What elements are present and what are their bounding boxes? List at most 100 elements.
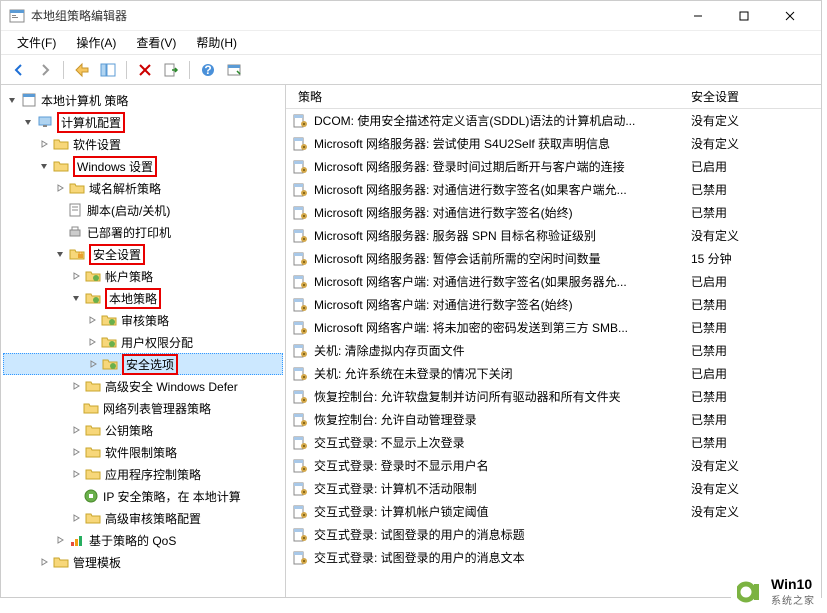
- tree-pane[interactable]: 本地计算机 策略 计算机配置: [1, 85, 286, 597]
- policy-value: 已启用: [691, 365, 821, 382]
- tree-item-account-policy[interactable]: 帐户策略: [3, 265, 283, 287]
- export-button[interactable]: [159, 58, 183, 82]
- chevron-right-icon[interactable]: [69, 467, 83, 481]
- list-row[interactable]: 交互式登录: 计算机帐户锁定阈值没有定义: [286, 500, 821, 523]
- tree-item-audit-policy[interactable]: 审核策略: [3, 309, 283, 331]
- list-row[interactable]: 交互式登录: 试图登录的用户的消息文本: [286, 546, 821, 569]
- chevron-right-icon[interactable]: [69, 379, 83, 393]
- tree-item-network-list[interactable]: 网络列表管理器策略: [3, 397, 283, 419]
- chevron-right-icon[interactable]: [85, 335, 99, 349]
- menu-view[interactable]: 查看(V): [126, 31, 186, 54]
- chevron-right-icon[interactable]: [86, 357, 100, 371]
- list-row[interactable]: Microsoft 网络客户端: 将未加密的密码发送到第三方 SMB...已禁用: [286, 316, 821, 339]
- tree-item-windows-settings[interactable]: Windows 设置: [3, 155, 283, 177]
- chevron-right-icon[interactable]: [69, 445, 83, 459]
- tree-item-security-settings[interactable]: 安全设置: [3, 243, 283, 265]
- list-row[interactable]: Microsoft 网络服务器: 暂停会话前所需的空闲时间数量15 分钟: [286, 247, 821, 270]
- list-row[interactable]: 恢复控制台: 允许自动管理登录已禁用: [286, 408, 821, 431]
- tree-item-computer-config[interactable]: 计算机配置: [3, 111, 283, 133]
- tree-item-app-control[interactable]: 应用程序控制策略: [3, 463, 283, 485]
- list-row[interactable]: Microsoft 网络服务器: 服务器 SPN 目标名称验证级别没有定义: [286, 224, 821, 247]
- tree-item-dns-policy[interactable]: 域名解析策略: [3, 177, 283, 199]
- chevron-right-icon[interactable]: [37, 555, 51, 569]
- chevron-right-icon[interactable]: [69, 423, 83, 437]
- column-header-policy[interactable]: 策略: [292, 88, 691, 105]
- back-button[interactable]: [7, 58, 31, 82]
- policy-name: Microsoft 网络客户端: 对通信进行数字签名(始终): [314, 296, 691, 313]
- up-button[interactable]: [70, 58, 94, 82]
- minimize-button[interactable]: [675, 2, 721, 30]
- tree-item-deployed-printers[interactable]: 已部署的打印机: [3, 221, 283, 243]
- tree-item-security-options[interactable]: 安全选项: [3, 353, 283, 375]
- forward-button[interactable]: [33, 58, 57, 82]
- chevron-right-icon[interactable]: [85, 313, 99, 327]
- chevron-down-icon[interactable]: [53, 247, 67, 261]
- tree-item-advanced-audit[interactable]: 高级审核策略配置: [3, 507, 283, 529]
- chevron-right-icon[interactable]: [53, 533, 67, 547]
- tree-item-user-rights[interactable]: 用户权限分配: [3, 331, 283, 353]
- tree-item-local-policy[interactable]: 本地策略: [3, 287, 283, 309]
- list-row[interactable]: 交互式登录: 不显示上次登录已禁用: [286, 431, 821, 454]
- tree-item-ip-policy[interactable]: IP 安全策略，在 本地计算: [3, 485, 283, 507]
- list-row[interactable]: Microsoft 网络服务器: 登录时间过期后断开与客户端的连接已启用: [286, 155, 821, 178]
- chevron-down-icon[interactable]: [21, 115, 35, 129]
- tree-label: 网络列表管理器策略: [103, 400, 211, 417]
- list-row[interactable]: 关机: 允许系统在未登录的情况下关闭已启用: [286, 362, 821, 385]
- list-row[interactable]: 关机: 清除虚拟内存页面文件已禁用: [286, 339, 821, 362]
- menu-file[interactable]: 文件(F): [7, 31, 66, 54]
- list-row[interactable]: 交互式登录: 计算机不活动限制没有定义: [286, 477, 821, 500]
- policy-item-icon: [292, 366, 308, 382]
- tree-item-public-key[interactable]: 公钥策略: [3, 419, 283, 441]
- tree-item-qos[interactable]: 基于策略的 QoS: [3, 529, 283, 551]
- chevron-down-icon[interactable]: [69, 291, 83, 305]
- list-row[interactable]: Microsoft 网络服务器: 对通信进行数字签名(始终)已禁用: [286, 201, 821, 224]
- tree-root[interactable]: 本地计算机 策略: [3, 89, 283, 111]
- tree-item-admin-templates[interactable]: 管理模板: [3, 551, 283, 573]
- policy-name: 交互式登录: 登录时不显示用户名: [314, 457, 691, 474]
- tree-label: 已部署的打印机: [87, 224, 171, 241]
- list-row[interactable]: Microsoft 网络服务器: 尝试使用 S4U2Self 获取声明信息没有定…: [286, 132, 821, 155]
- show-hide-tree-button[interactable]: [96, 58, 120, 82]
- list-body[interactable]: DCOM: 使用安全描述符定义语言(SDDL)语法的计算机启动...没有定义Mi…: [286, 109, 821, 597]
- tree-label: 脚本(启动/关机): [87, 202, 170, 219]
- list-row[interactable]: Microsoft 网络客户端: 对通信进行数字签名(如果服务器允...已启用: [286, 270, 821, 293]
- policy-value: 已禁用: [691, 434, 821, 451]
- computer-icon: [37, 114, 53, 130]
- tree-label: 基于策略的 QoS: [89, 532, 176, 549]
- list-row[interactable]: 交互式登录: 试图登录的用户的消息标题: [286, 523, 821, 546]
- chevron-right-icon[interactable]: [69, 269, 83, 283]
- tree-item-software-settings[interactable]: 软件设置: [3, 133, 283, 155]
- menubar: 文件(F) 操作(A) 查看(V) 帮助(H): [1, 31, 821, 55]
- policy-value: 已禁用: [691, 342, 821, 359]
- tree-item-scripts[interactable]: 脚本(启动/关机): [3, 199, 283, 221]
- policy-item-icon: [292, 550, 308, 566]
- chevron-right-icon[interactable]: [69, 511, 83, 525]
- policy-item-icon: [292, 389, 308, 405]
- policy-folder-icon: [101, 312, 117, 328]
- close-button[interactable]: [767, 2, 813, 30]
- list-row[interactable]: Microsoft 网络服务器: 对通信进行数字签名(如果客户端允...已禁用: [286, 178, 821, 201]
- chevron-down-icon[interactable]: [37, 159, 51, 173]
- column-header-setting[interactable]: 安全设置: [691, 88, 821, 105]
- policy-value: 已启用: [691, 273, 821, 290]
- policy-value: 已启用: [691, 158, 821, 175]
- filter-button[interactable]: [222, 58, 246, 82]
- titlebar: 本地组策略编辑器: [1, 1, 821, 31]
- delete-button[interactable]: [133, 58, 157, 82]
- chevron-right-icon[interactable]: [37, 137, 51, 151]
- menu-help[interactable]: 帮助(H): [186, 31, 247, 54]
- tree-item-software-restriction[interactable]: 软件限制策略: [3, 441, 283, 463]
- maximize-button[interactable]: [721, 2, 767, 30]
- tree-item-advanced-defender[interactable]: 高级安全 Windows Defer: [3, 375, 283, 397]
- menu-action[interactable]: 操作(A): [66, 31, 126, 54]
- chevron-right-icon[interactable]: [53, 181, 67, 195]
- list-row[interactable]: Microsoft 网络客户端: 对通信进行数字签名(始终)已禁用: [286, 293, 821, 316]
- list-row[interactable]: 恢复控制台: 允许软盘复制并访问所有驱动器和所有文件夹已禁用: [286, 385, 821, 408]
- list-row[interactable]: 交互式登录: 登录时不显示用户名没有定义: [286, 454, 821, 477]
- help-button[interactable]: ?: [196, 58, 220, 82]
- list-row[interactable]: DCOM: 使用安全描述符定义语言(SDDL)语法的计算机启动...没有定义: [286, 109, 821, 132]
- chevron-down-icon[interactable]: [5, 93, 19, 107]
- tree-label: 管理模板: [73, 554, 121, 571]
- policy-value: 已禁用: [691, 411, 821, 428]
- policy-name: Microsoft 网络服务器: 登录时间过期后断开与客户端的连接: [314, 158, 691, 175]
